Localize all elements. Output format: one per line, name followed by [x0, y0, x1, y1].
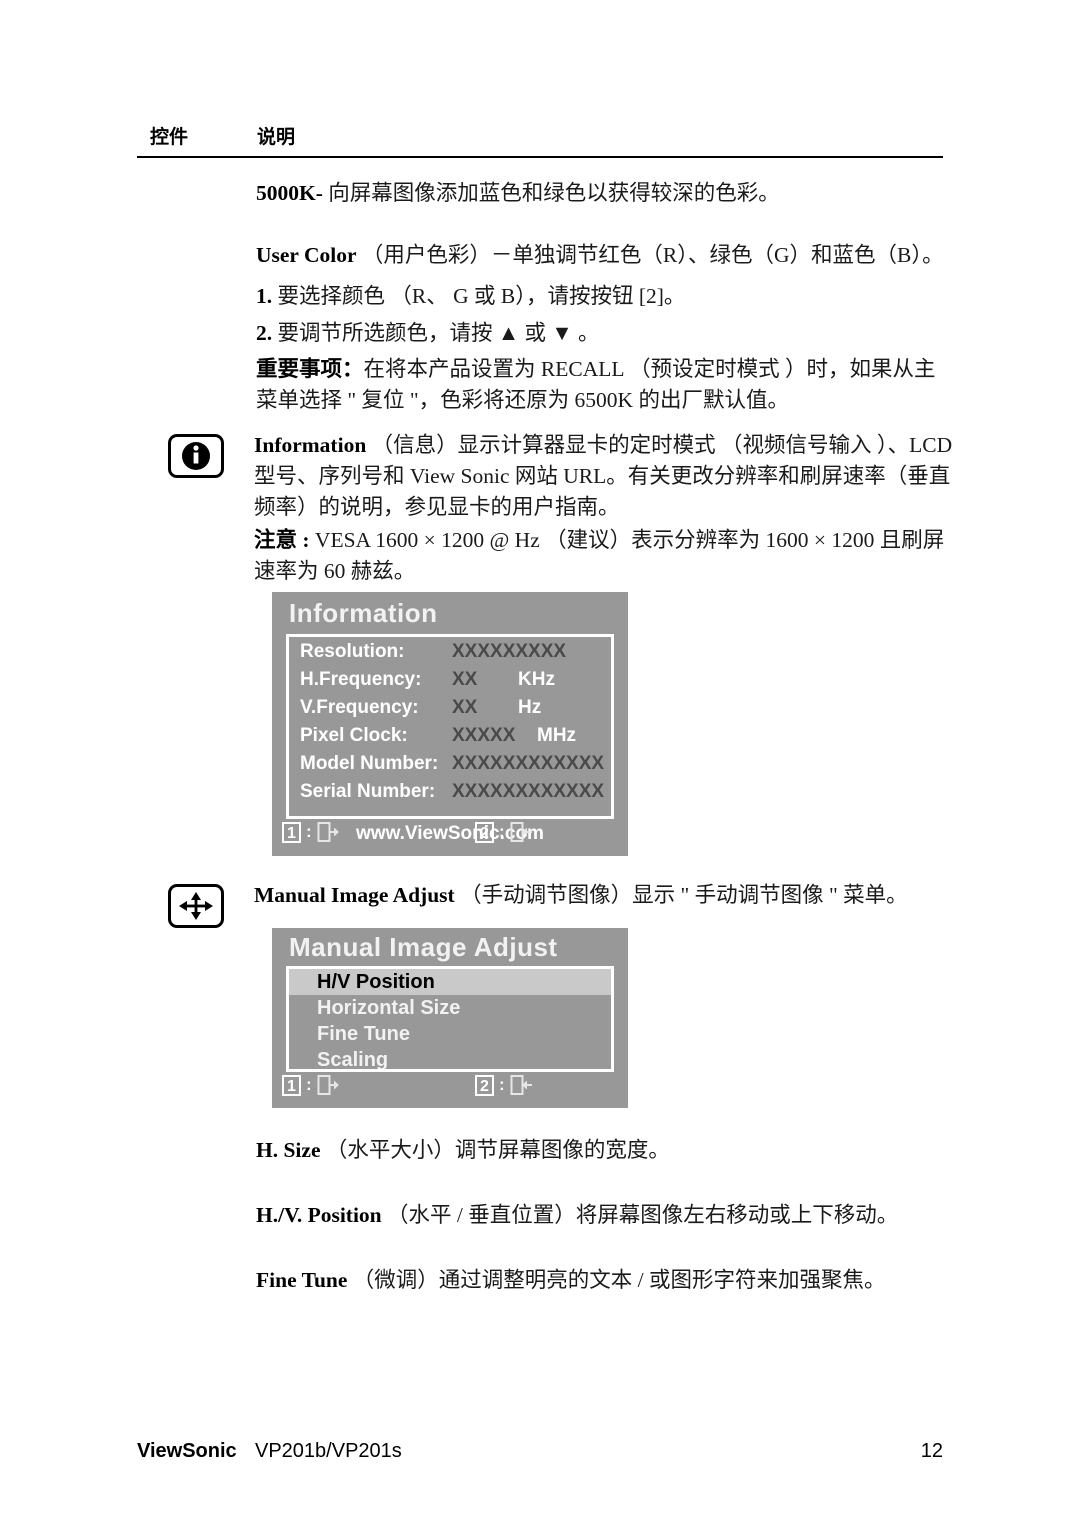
osd-key-enter-separator: : — [499, 1075, 505, 1094]
osd-information-title: Information — [289, 598, 438, 628]
page-footer: ViewSonic VP201b/VP201s 12 — [137, 1440, 943, 1470]
osd-information-keybar: 1 : 2 : — [272, 821, 628, 851]
paragraph-step-2-number: 2. — [256, 321, 273, 345]
paragraph-fine-tune-text: （微调）通过调整明亮的文本 / 或图形字符来加强聚焦。 — [347, 1268, 886, 1292]
table-column-header: 控件 说明 — [150, 122, 950, 154]
osd-info-row: Model Number: XXXXXXXXXXXX — [289, 753, 611, 781]
paragraph-hv-position-term: H./V. Position — [256, 1203, 382, 1227]
footer-brand: ViewSonic — [137, 1440, 237, 1462]
osd-info-row: Serial Number: XXXXXXXXXXXX — [289, 781, 611, 809]
exit-icon — [317, 821, 341, 843]
osd-menu-item-horizontal-size[interactable]: Horizontal Size — [289, 995, 611, 1021]
osd-manual-menu: H/V Position Horizontal Size Fine Tune S… — [286, 966, 614, 1072]
osd-menu-item-scaling[interactable]: Scaling — [289, 1047, 611, 1069]
paragraph-h-size-text: （水平大小）调节屏幕图像的宽度。 — [320, 1138, 670, 1162]
osd-key-exit-separator: : — [306, 1075, 312, 1094]
paragraph-user-color-text: （用户色彩）－单独调节红色（R）、绿色（G）和蓝色（B）。 — [356, 243, 944, 267]
enter-icon — [510, 821, 534, 843]
osd-information-body: Resolution: XXXXXXXXX H.Frequency: XX KH… — [286, 634, 614, 819]
osd-info-label: H.Frequency: — [300, 669, 422, 690]
osd-key-exit-separator: : — [306, 822, 312, 841]
osd-key-enter[interactable]: 2 : — [475, 821, 534, 843]
osd-information-panel: Information Resolution: XXXXXXXXX H.Freq… — [272, 592, 628, 856]
paragraph-note-text: VESA 1600 × 1200 @ Hz （建议）表示分辨率为 1600 × … — [254, 528, 945, 583]
paragraph-h-size-term: H. Size — [256, 1138, 321, 1162]
paragraph-step-1: 1. 要选择颜色 （R、 G 或 B），请按按钮 [2]。 — [256, 281, 966, 312]
column-header-description: 说明 — [257, 127, 296, 148]
paragraph-step-2: 2. 要调节所选颜色，请按 ▲ 或 ▼ 。 — [256, 318, 966, 349]
paragraph-user-color-term: User Color — [256, 243, 357, 267]
osd-key-enter-separator: : — [499, 822, 505, 841]
osd-info-label: Serial Number: — [300, 781, 436, 802]
footer-model: VP201b/VP201s — [255, 1440, 402, 1462]
paragraph-note: 注意 : VESA 1600 × 1200 @ Hz （建议）表示分辨率为 16… — [254, 525, 956, 587]
information-icon-glyph — [182, 442, 210, 470]
osd-key-enter-number: 2 — [475, 1074, 494, 1096]
paragraph-5000k-term: 5000K- — [256, 181, 323, 205]
paragraph-hv-position: H./V. Position （水平 / 垂直位置）将屏幕图像左右移动或上下移动… — [256, 1200, 956, 1231]
osd-menu-item-hv-position[interactable]: H/V Position — [289, 969, 611, 995]
osd-manual-title: Manual Image Adjust — [289, 932, 558, 962]
information-icon — [168, 434, 224, 478]
osd-info-label: Pixel Clock: — [300, 725, 408, 746]
osd-info-value: XXXXX — [452, 725, 516, 746]
paragraph-hv-position-text: （水平 / 垂直位置）将屏幕图像左右移动或上下移动。 — [381, 1203, 899, 1227]
osd-info-label: Model Number: — [300, 753, 439, 774]
paragraph-step-1-text: 要选择颜色 （R、 G 或 B），请按按钮 [2]。 — [272, 284, 686, 308]
osd-key-exit-number: 1 — [282, 1074, 301, 1096]
osd-info-label: V.Frequency: — [300, 697, 419, 718]
osd-key-enter-number: 2 — [475, 821, 494, 843]
paragraph-manual-image-adjust: Manual Image Adjust （手动调节图像）显示 " 手动调节图像 … — [254, 880, 954, 911]
paragraph-5000k: 5000K- 向屏幕图像添加蓝色和绿色以获得较深的色彩。 — [256, 178, 956, 209]
osd-info-unit: MHz — [537, 725, 577, 746]
osd-info-value: XX — [452, 697, 478, 718]
osd-key-exit[interactable]: 1 : — [282, 1074, 341, 1096]
header-divider — [137, 156, 943, 158]
paragraph-manual-image-adjust-text: （手动调节图像）显示 " 手动调节图像 " 菜单。 — [454, 883, 908, 907]
osd-manual-image-adjust-panel: Manual Image Adjust H/V Position Horizon… — [272, 928, 628, 1108]
paragraph-fine-tune-term: Fine Tune — [256, 1268, 348, 1292]
paragraph-5000k-text: 向屏幕图像添加蓝色和绿色以获得较深的色彩。 — [322, 181, 780, 205]
osd-key-exit[interactable]: 1 : — [282, 821, 341, 843]
paragraph-important-term: 重要事项： — [256, 357, 364, 381]
osd-info-value: XXXXXXXXXXXX — [452, 781, 605, 802]
osd-info-value: XX — [452, 669, 478, 690]
osd-manual-keybar: 1 : 2 : — [272, 1074, 628, 1104]
footer-page-number: 12 — [920, 1440, 943, 1462]
osd-key-exit-number: 1 — [282, 821, 301, 843]
four-way-arrow-icon — [168, 884, 224, 928]
osd-info-value: XXXXXXXXXXXX — [452, 753, 605, 774]
osd-info-unit: KHz — [518, 669, 555, 690]
osd-info-row: Resolution: XXXXXXXXX — [289, 641, 611, 669]
document-page: 控件 说明 5000K- 向屏幕图像添加蓝色和绿色以获得较深的色彩。 User … — [0, 0, 1080, 1528]
osd-info-row: Pixel Clock: XXXXX MHz — [289, 725, 611, 753]
paragraph-fine-tune: Fine Tune （微调）通过调整明亮的文本 / 或图形字符来加强聚焦。 — [256, 1265, 956, 1296]
paragraph-information-term: Information — [254, 433, 367, 457]
paragraph-step-2-text: 要调节所选颜色，请按 ▲ 或 ▼ 。 — [272, 321, 600, 345]
osd-key-enter[interactable]: 2 : — [475, 1074, 534, 1096]
paragraph-manual-image-adjust-term: Manual Image Adjust — [254, 883, 455, 907]
exit-icon — [317, 1074, 341, 1096]
paragraph-important: 重要事项：在将本产品设置为 RECALL （预设定时模式 ）时，如果从主菜单选择… — [256, 354, 956, 416]
osd-info-row: H.Frequency: XX KHz — [289, 669, 611, 697]
paragraph-h-size: H. Size （水平大小）调节屏幕图像的宽度。 — [256, 1135, 956, 1166]
osd-info-value: XXXXXXXXX — [452, 641, 567, 662]
osd-info-unit: Hz — [518, 697, 542, 718]
four-way-arrow-icon-glyph — [179, 892, 213, 920]
paragraph-note-term: 注意 : — [254, 528, 310, 552]
paragraph-user-color: User Color （用户色彩）－单独调节红色（R）、绿色（G）和蓝色（B）。 — [256, 240, 966, 271]
paragraph-information: Information （信息）显示计算器显卡的定时模式 （视频信号输入 ）、L… — [254, 430, 956, 523]
osd-info-row: V.Frequency: XX Hz — [289, 697, 611, 725]
column-header-control: 控件 — [150, 127, 189, 148]
osd-info-label: Resolution: — [300, 641, 405, 662]
paragraph-step-1-number: 1. — [256, 284, 273, 308]
enter-icon — [510, 1074, 534, 1096]
osd-menu-item-fine-tune[interactable]: Fine Tune — [289, 1021, 611, 1047]
